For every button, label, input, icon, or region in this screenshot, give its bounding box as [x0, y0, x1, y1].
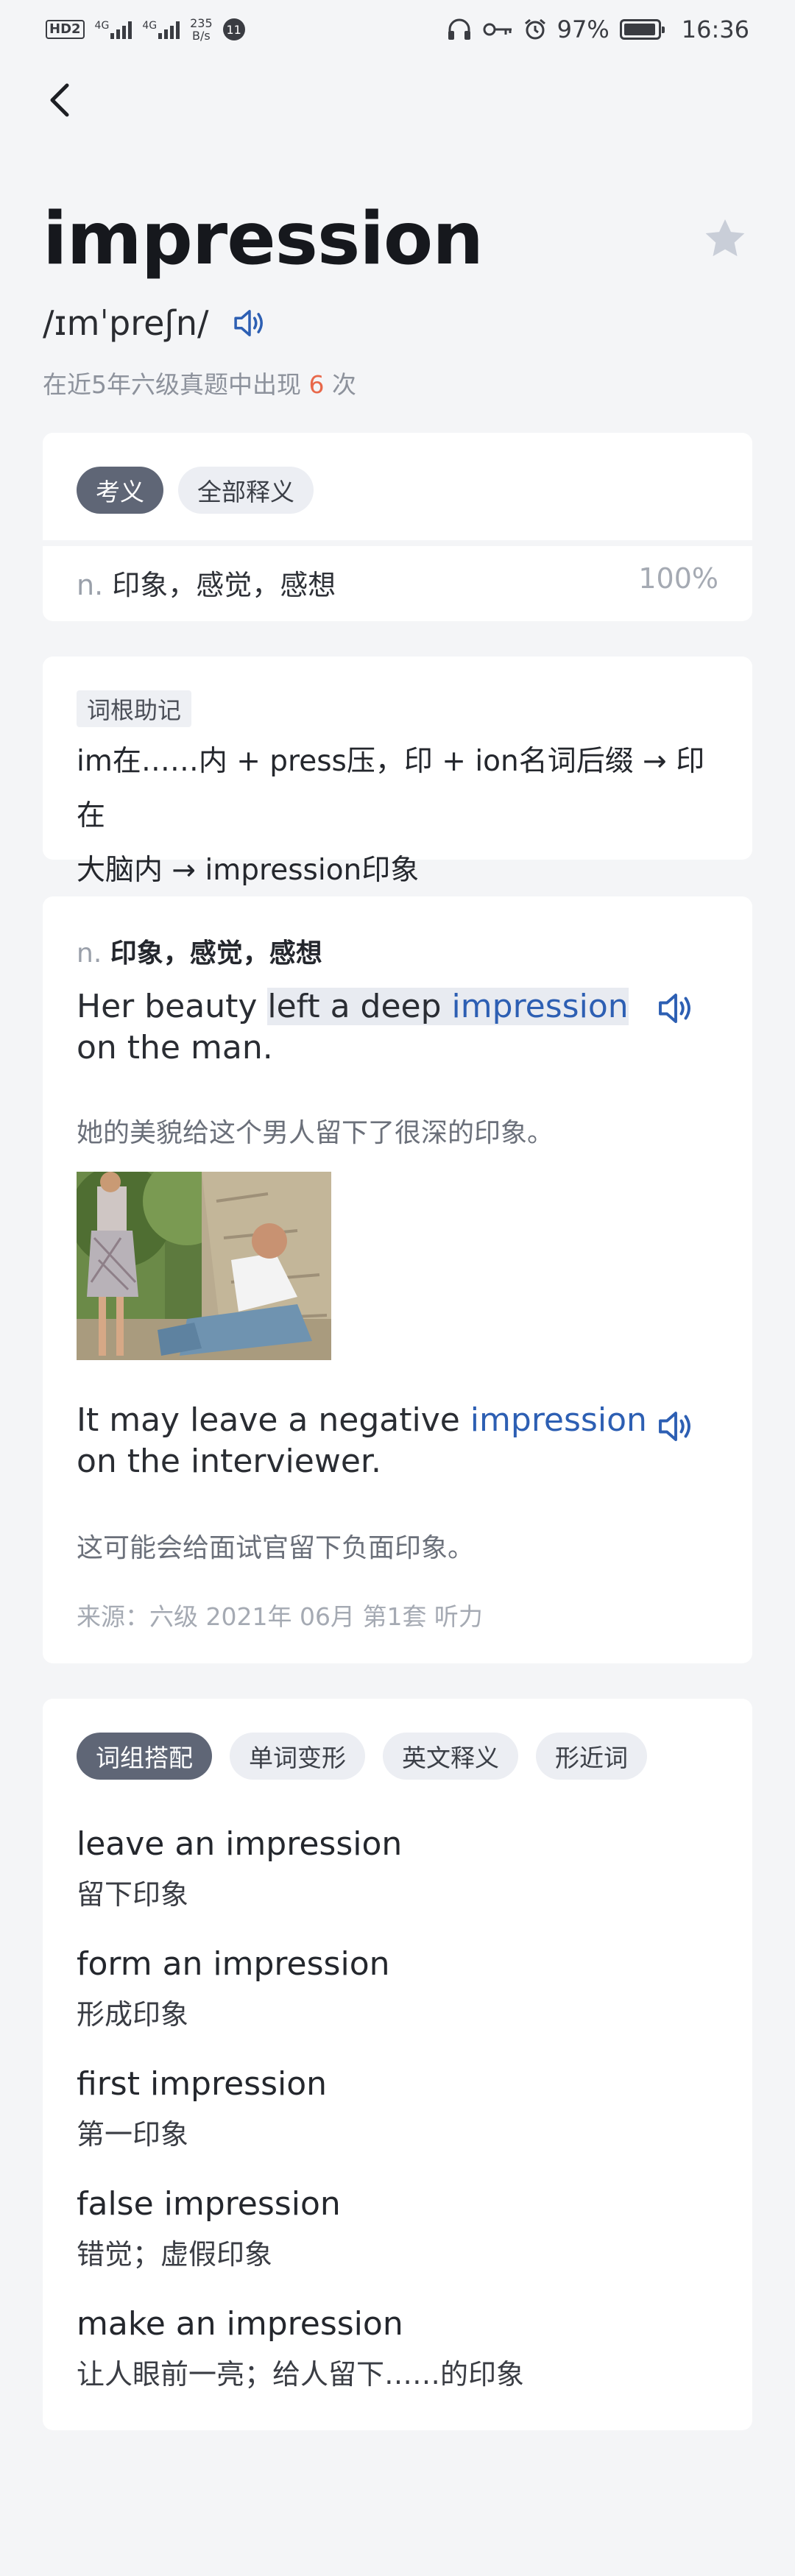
meaning-tabs: 考义 全部释义 [77, 467, 314, 514]
network-type-2: 4G [142, 20, 158, 32]
tab-similar-words[interactable]: 形近词 [536, 1733, 647, 1780]
speaker-icon[interactable] [654, 1404, 698, 1448]
phrase-chinese: 让人眼前一亮；给人留下……的印象 [77, 2358, 525, 2391]
clock: 16:36 [681, 15, 749, 43]
example-1-translation: 她的美貌给这个男人留下了很深的印象。 [77, 1118, 554, 1148]
list-item[interactable]: first impression 第一印象 [77, 2065, 724, 2185]
example-photo-image [77, 1172, 331, 1360]
ex2-keyword[interactable]: impression [470, 1401, 647, 1439]
phonetic: /ɪmˈpreʃn/ [43, 303, 209, 343]
part-of-speech: n. [77, 569, 104, 601]
tab-exam-meaning[interactable]: 考义 [77, 467, 163, 514]
battery-fill [623, 24, 656, 35]
mnemonic-card: 词根助记 im在……内 + press压，印 + ion名词后缀 → 印在 大脑… [43, 657, 752, 887]
mnemonic-line-2: 大脑内 → impression印象 [77, 854, 420, 887]
phrase-chinese: 形成印象 [77, 1998, 189, 2031]
tab-phrases[interactable]: 词组搭配 [77, 1733, 212, 1780]
back-button[interactable] [38, 77, 80, 124]
example-meaning: 印象，感觉，感想 [110, 938, 322, 969]
status-bar: HD2 4G 4G 235 B/s 11 97% 16:36 [0, 0, 795, 59]
network-speed-unit: B/s [192, 29, 211, 43]
freq-suffix: 次 [324, 370, 356, 399]
mnemonic-tag-row: 词根助记 [77, 690, 192, 727]
ex2-post: on the interviewer. [77, 1443, 381, 1480]
exam-frequency: 在近5年六级真题中出现 6 次 [43, 365, 356, 400]
headphones-icon [448, 18, 470, 40]
example-card: n. 印象，感觉，感想 Her beauty left a deep impre… [43, 896, 752, 1663]
tab-english-definition[interactable]: 英文释义 [383, 1733, 518, 1780]
signal-1: 4G [95, 20, 132, 39]
phrase-english: false impression [77, 2185, 341, 2223]
phrase-card: 词组搭配 单词变形 英文释义 形近词 leave an impression 留… [43, 1699, 752, 2430]
mnemonic-tag: 词根助记 [77, 690, 192, 727]
meaning-card: 考义 全部释义 n. 印象，感觉，感想 100% [43, 433, 752, 621]
phrase-english: form an impression [77, 1945, 390, 1983]
ex1-pre: Her beauty [77, 988, 268, 1025]
definition-row: n. 印象，感觉，感想 [77, 562, 336, 603]
mnemonic-text: im在……内 + press压，印 + ion名词后缀 → 印在 大脑内 → i… [77, 735, 724, 898]
list-item[interactable]: form an impression 形成印象 [77, 1945, 724, 2065]
divider [43, 540, 752, 546]
phrase-chinese: 留下印象 [77, 1878, 189, 1911]
ex2-pre: It may leave a negative [77, 1401, 470, 1439]
ex1-highlight: left a deep impression [267, 988, 629, 1025]
status-bar-right: 97% 16:36 [447, 15, 749, 43]
signal-bars-icon [158, 20, 180, 39]
example-photo[interactable] [77, 1172, 331, 1360]
back-arrow-icon [50, 83, 69, 117]
ex1-highlight-text: left a deep [267, 988, 452, 1025]
phrase-english: make an impression [77, 2305, 403, 2343]
example-source: 来源：六级 2021年 06月 第1套 听力 [77, 1602, 483, 1631]
key-icon [483, 23, 512, 36]
battery-icon [619, 19, 665, 40]
star-icon[interactable] [701, 215, 749, 263]
mnemonic-line-1: im在……内 + press压，印 + ion名词后缀 → 印在 [77, 745, 705, 832]
example-2-sentence: It may leave a negative impression on the… [77, 1400, 665, 1482]
tab-word-forms[interactable]: 单词变形 [230, 1733, 365, 1780]
word-title: impression [43, 197, 484, 281]
network-type-1: 4G [94, 20, 110, 32]
definition: 印象，感觉，感想 [112, 569, 336, 601]
speaker-icon[interactable] [230, 303, 269, 343]
alarm-icon [524, 18, 545, 40]
part-of-speech: n. [77, 938, 102, 969]
network-speed: 235 B/s [190, 17, 213, 42]
phrase-chinese: 第一印象 [77, 2118, 189, 2151]
battery-percent: 97% [556, 15, 610, 43]
list-item[interactable]: make an impression 让人眼前一亮；给人留下……的印象 [77, 2305, 724, 2425]
signal-bars-icon [110, 20, 132, 39]
list-item[interactable]: false impression 错觉；虚假印象 [77, 2185, 724, 2305]
tab-all-definitions[interactable]: 全部释义 [178, 467, 314, 514]
phrase-tabs: 词组搭配 单词变形 英文释义 形近词 [77, 1733, 647, 1780]
notification-badge: 11 [222, 18, 245, 40]
phonetic-row: /ɪmˈpreʃn/ [43, 303, 269, 343]
phrase-english: first impression [77, 2065, 328, 2103]
freq-count: 6 [308, 370, 325, 399]
list-item[interactable]: leave an impression 留下印象 [77, 1825, 724, 1945]
example-1-sentence: Her beauty left a deep impression on the … [77, 986, 665, 1069]
definition-percent: 100% [638, 562, 718, 595]
freq-prefix: 在近5年六级真题中出现 [43, 370, 309, 399]
phrase-english: leave an impression [77, 1825, 403, 1863]
speaker-icon[interactable] [654, 986, 698, 1030]
signal-2: 4G [142, 20, 180, 39]
example-meaning-row: n. 印象，感觉，感想 [77, 932, 322, 970]
phrase-list: leave an impression 留下印象 form an impress… [77, 1825, 724, 2425]
phrase-chinese: 错觉；虚假印象 [77, 2238, 273, 2271]
ex1-post: on the man. [77, 1029, 273, 1066]
status-bar-left: HD2 4G 4G 235 B/s 11 [46, 17, 245, 42]
ex1-keyword[interactable]: impression [452, 988, 629, 1025]
hd-indicator: HD2 [46, 20, 85, 39]
example-2-translation: 这可能会给面试官留下负面印象。 [77, 1533, 475, 1563]
